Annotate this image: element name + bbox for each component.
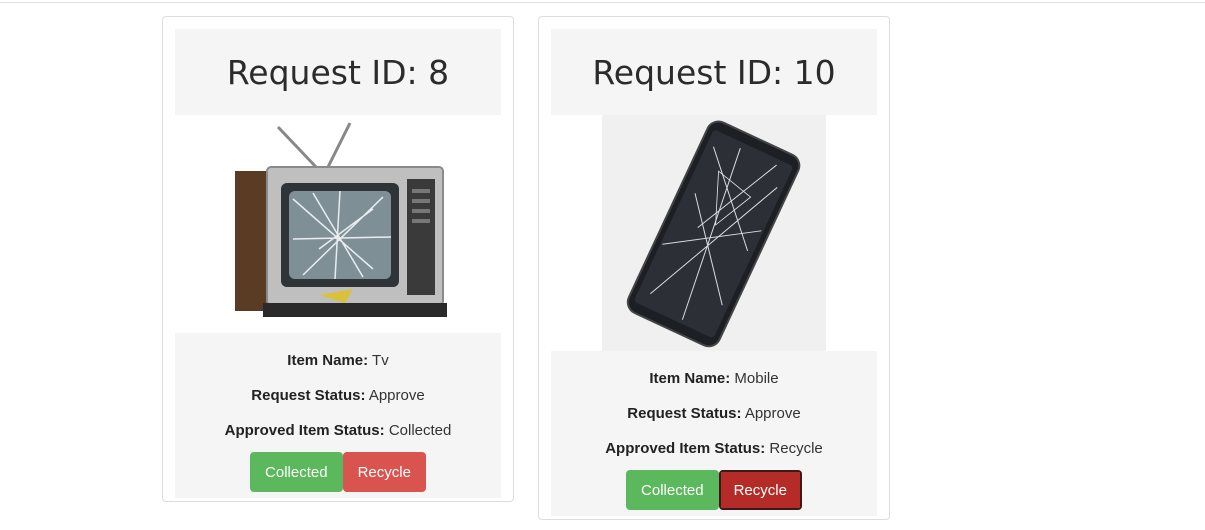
action-buttons: Collected Recycle	[175, 448, 501, 492]
mobile-icon	[602, 115, 826, 351]
approved-status-label: Approved Item Status:	[605, 440, 766, 457]
request-status-value: Approve	[744, 405, 801, 422]
tv-icon	[235, 122, 447, 317]
top-divider	[0, 2, 1205, 3]
approved-status-value: Recycle	[769, 440, 823, 457]
action-buttons: Collected Recycle	[551, 466, 877, 510]
item-name-line: Item Name: Tv	[175, 343, 501, 378]
request-status-line: Request Status: Approve	[175, 378, 501, 413]
approved-status-label: Approved Item Status:	[224, 422, 385, 439]
item-image	[175, 115, 501, 333]
recycle-button[interactable]: Recycle	[718, 470, 802, 510]
item-name-value: Tv	[372, 352, 389, 369]
recycle-button[interactable]: Recycle	[342, 452, 426, 492]
item-name-label: Item Name:	[649, 370, 731, 387]
request-status-value: Approve	[368, 387, 425, 404]
card-header: Request ID: 8	[175, 29, 501, 115]
item-details: Item Name: Tv Request Status: Approve Ap…	[175, 333, 501, 498]
card-header: Request ID: 10	[551, 29, 877, 115]
request-status-line: Request Status: Approve	[551, 396, 877, 431]
item-name-label: Item Name:	[287, 352, 369, 369]
item-image	[551, 115, 877, 351]
approved-status-value: Collected	[388, 422, 452, 439]
collected-button[interactable]: Collected	[250, 452, 343, 492]
request-id-title: Request ID: 8	[226, 52, 450, 92]
item-name-line: Item Name: Mobile	[551, 361, 877, 396]
request-status-label: Request Status:	[251, 387, 366, 404]
approved-status-line: Approved Item Status: Recycle	[551, 431, 877, 466]
request-card: Request ID: 10 Item Name: Mobile Request…	[538, 16, 890, 520]
item-name-value: Mobile	[734, 370, 779, 387]
request-card: Request ID: 8 Item Name: Tv Request Stat…	[162, 16, 514, 502]
item-details: Item Name: Mobile Request Status: Approv…	[551, 351, 877, 516]
approved-status-line: Approved Item Status: Collected	[175, 413, 501, 448]
collected-button[interactable]: Collected	[626, 470, 719, 510]
request-id-title: Request ID: 10	[592, 52, 836, 92]
request-status-label: Request Status:	[627, 405, 742, 422]
